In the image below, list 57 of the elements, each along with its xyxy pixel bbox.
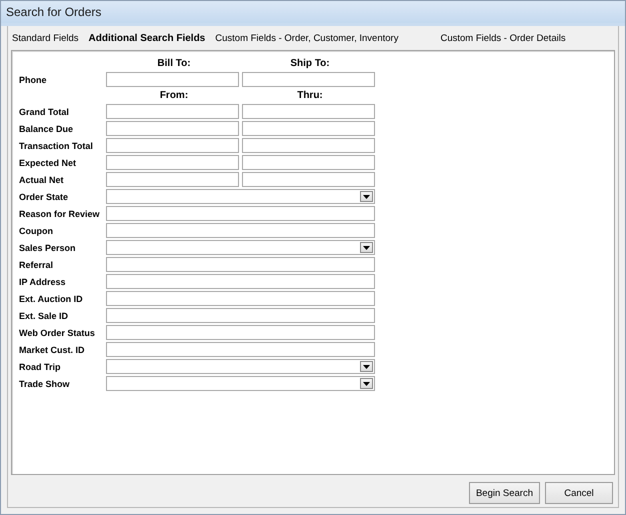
input-field[interactable] [106,325,375,340]
field-label: Road Trip [19,362,62,372]
field-label: Phone [19,74,48,84]
field-label: Grand Total [19,106,70,116]
field-label: Reason for Review [19,208,101,218]
input-field[interactable] [106,257,375,272]
column-header: From: [158,90,190,101]
input-field[interactable] [106,274,375,289]
dropdown-button[interactable] [360,361,373,372]
caret-icon [363,194,370,198]
field-label: Transaction Total [19,140,94,150]
field-label: Web Order Status [19,328,96,338]
window-title: Search for Orders [6,5,102,19]
input-field[interactable] [242,121,375,136]
input-field[interactable] [106,206,375,221]
field-label: Trade Show [19,378,71,388]
field-label: Balance Due [19,124,74,134]
caret-icon [363,364,370,368]
column-header: Ship To: [289,58,331,69]
field-label: Ext. Auction ID [19,294,84,304]
field-label: Market Cust. ID [19,344,86,354]
dialog-button[interactable]: Begin Search [468,482,540,504]
tab[interactable]: Custom Fields - Order, Customer, Inventory [215,32,398,44]
dropdown-button[interactable] [360,191,373,202]
input-field[interactable] [106,223,375,238]
column-header: Thru: [296,90,324,101]
tab[interactable]: Custom Fields - Order Details [440,32,566,44]
field-label: Referral [19,260,54,270]
input-field[interactable] [242,155,375,170]
input-field[interactable] [106,342,375,357]
dropdown-button[interactable] [360,378,373,389]
caret-icon [363,382,370,386]
field-label: Actual Net [19,174,65,184]
dropdown-button[interactable] [360,242,373,253]
input-field[interactable] [106,138,239,153]
input-field[interactable] [106,308,375,323]
field-label: Sales Person [19,242,77,252]
caret-icon [363,246,370,250]
input-field[interactable] [242,172,375,187]
tab[interactable]: Additional Search Fields [88,32,206,44]
field-label: Order State [19,192,70,202]
field-label: Ext. Sale ID [19,310,70,320]
input-field[interactable] [106,172,239,187]
input-field[interactable] [242,138,375,153]
column-header: Bill To: [156,58,192,69]
input-field[interactable] [106,121,239,136]
input-field[interactable] [106,104,239,119]
field-label: Expected Net [19,158,78,168]
input-field[interactable] [106,155,239,170]
input-field[interactable] [106,72,239,87]
field-label: Coupon [19,226,54,236]
tab[interactable]: Standard Fields [12,32,79,44]
dialog-button[interactable]: Cancel [545,482,613,504]
input-field[interactable] [242,104,375,119]
input-field[interactable] [106,291,375,306]
field-label: IP Address [19,276,67,286]
input-field[interactable] [242,72,375,87]
